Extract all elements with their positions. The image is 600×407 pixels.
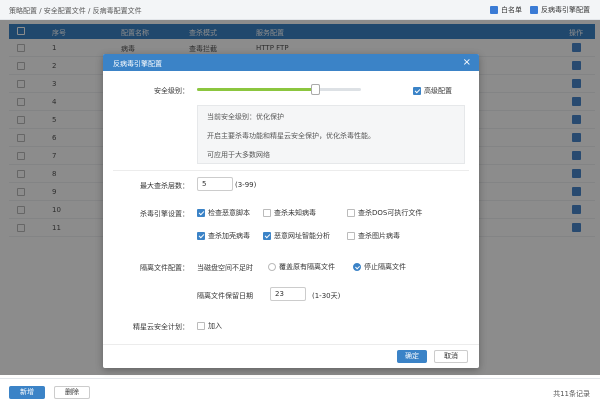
- checkbox-label: 查杀图片病毒: [358, 232, 400, 240]
- checkbox-box: [197, 209, 205, 217]
- engine-settings-label: 杀毒引擎设置：: [140, 210, 189, 218]
- checkbox-label: 检查恶意脚本: [208, 209, 250, 217]
- info-line: 开启主要杀毒功能和精星云安全保护，优化杀毒性能。: [207, 132, 375, 140]
- join-cloud-plan-checkbox[interactable]: 加入: [197, 321, 222, 331]
- checkbox-box: [347, 232, 355, 240]
- breadcrumb: 策略配置 / 安全配置文件 / 反病毒配置文件: [9, 7, 142, 15]
- dialog-footer: 确定 取消: [103, 344, 479, 368]
- radio-label: 覆盖原有隔离文件: [279, 263, 335, 271]
- checkbox-box: [263, 232, 271, 240]
- max-layers-label: 最大查杀层数：: [140, 182, 189, 190]
- divider: [113, 170, 469, 171]
- dialog-header: 反病毒引擎配置 ×: [103, 54, 479, 71]
- radio-label: 停止隔离文件: [364, 263, 406, 271]
- checkbox-box: [347, 209, 355, 217]
- scan-packed-virus[interactable]: 查杀加壳病毒: [197, 231, 250, 241]
- slider-handle[interactable]: [311, 84, 321, 95]
- retention-input[interactable]: 23: [270, 287, 306, 301]
- radio-dot: [268, 263, 276, 271]
- max-layers-input[interactable]: 5: [197, 177, 233, 191]
- ok-button[interactable]: 确定: [397, 350, 427, 363]
- check-malicious-script[interactable]: 检查恶意脚本: [197, 208, 250, 218]
- dialog-title: 反病毒引擎配置: [113, 60, 162, 68]
- cancel-button[interactable]: 取消: [434, 350, 468, 363]
- scan-image-virus[interactable]: 查杀图片病毒: [347, 231, 400, 241]
- advanced-config-box: [413, 87, 421, 95]
- whitelist-link[interactable]: 白名单: [490, 5, 522, 15]
- malicious-url-analysis[interactable]: 恶意网址智能分析: [263, 231, 330, 241]
- security-level-info: 当前安全级别：优化保护 开启主要杀毒功能和精星云安全保护，优化杀毒性能。 可应用…: [197, 105, 465, 164]
- scan-unknown-virus[interactable]: 查杀未知病毒: [263, 208, 316, 218]
- checkbox-label: 查杀未知病毒: [274, 209, 316, 217]
- info-line: 可应用于大多数网络: [207, 151, 270, 159]
- cloud-plan-label: 精星云安全计划：: [133, 323, 189, 331]
- retention-hint: (1-30天): [312, 292, 341, 300]
- checkbox-label: 加入: [208, 322, 222, 330]
- whitelist-label: 白名单: [501, 6, 522, 14]
- security-level-slider[interactable]: [197, 84, 361, 95]
- checkbox-box: [197, 322, 205, 330]
- engine-config-icon: [530, 6, 538, 14]
- scan-dos-executable[interactable]: 查杀DOS可执行文件: [347, 208, 422, 218]
- checkbox-label: 查杀加壳病毒: [208, 232, 250, 240]
- stop-quarantine-radio[interactable]: 停止隔离文件: [353, 262, 406, 272]
- checkbox-label: 查杀DOS可执行文件: [358, 209, 423, 217]
- top-bar: 策略配置 / 安全配置文件 / 反病毒配置文件 白名单 反病毒引擎配置: [0, 0, 600, 20]
- checkbox-box: [263, 209, 271, 217]
- engine-config-label: 反病毒引擎配置: [541, 6, 590, 14]
- advanced-config-checkbox[interactable]: 高级配置: [413, 86, 452, 96]
- total-records: 共11条记录: [553, 390, 590, 398]
- info-line: 当前安全级别：优化保护: [207, 113, 284, 121]
- retention-label: 隔离文件保留日期: [197, 292, 253, 300]
- max-layers-hint: (3-99): [235, 181, 257, 189]
- engine-config-link[interactable]: 反病毒引擎配置: [530, 5, 590, 15]
- whitelist-icon: [490, 6, 498, 14]
- page-footer: 新增 删除 共11条记录: [0, 378, 600, 407]
- checkbox-box: [197, 232, 205, 240]
- advanced-config-label: 高级配置: [424, 87, 452, 95]
- slider-fill: [197, 88, 316, 91]
- radio-dot: [353, 263, 361, 271]
- toolbar-links: 白名单 反病毒引擎配置: [490, 5, 590, 15]
- overwrite-quarantine-radio[interactable]: 覆盖原有隔离文件: [268, 262, 335, 272]
- engine-config-dialog: 反病毒引擎配置 × 安全级别： 高级配置 当前安全级别：优化保护 开启主要杀毒功…: [103, 54, 479, 368]
- checkbox-label: 恶意网址智能分析: [274, 232, 330, 240]
- security-level-label: 安全级别：: [154, 87, 189, 95]
- quarantine-when: 当磁盘空间不足时: [197, 264, 253, 272]
- quarantine-label: 隔离文件配置：: [140, 264, 189, 272]
- delete-button[interactable]: 删除: [54, 386, 90, 399]
- close-icon[interactable]: ×: [463, 57, 471, 68]
- new-button[interactable]: 新增: [9, 386, 45, 399]
